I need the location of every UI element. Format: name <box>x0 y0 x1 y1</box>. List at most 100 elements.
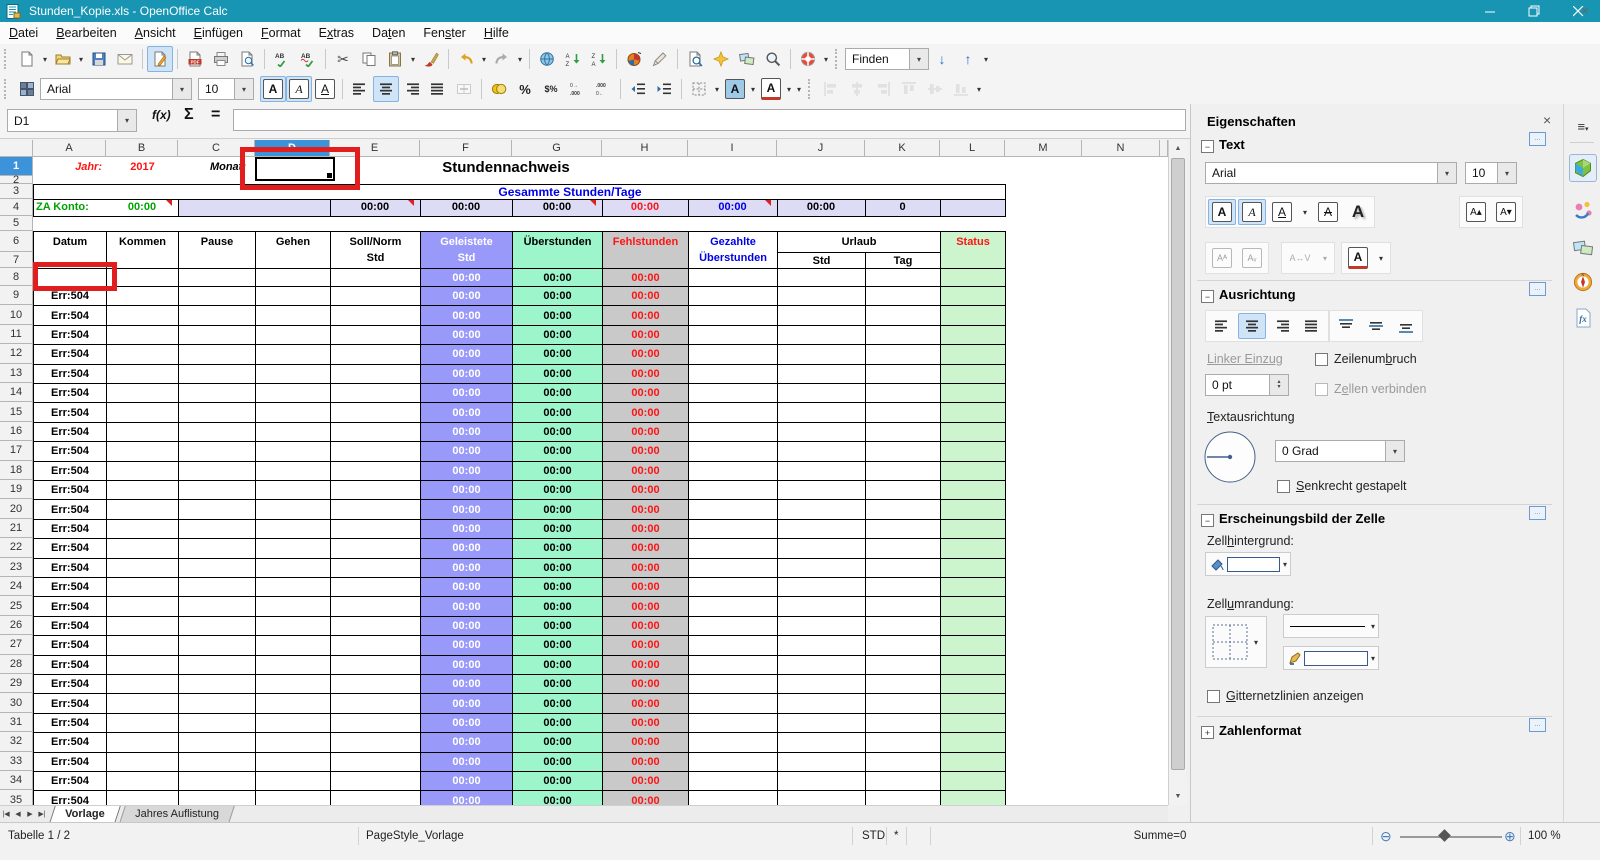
cell-L8[interactable] <box>940 268 1006 287</box>
sidebar-increase-size-icon[interactable]: A▴ <box>1462 199 1490 225</box>
cell-K19[interactable] <box>865 480 941 500</box>
cell-L22[interactable] <box>940 538 1006 558</box>
cell-K31[interactable] <box>865 713 941 733</box>
header-pause[interactable]: Pause <box>178 231 256 269</box>
cell-A16[interactable]: Err:504 <box>33 422 107 442</box>
cell-A15[interactable]: Err:504 <box>33 402 107 422</box>
sidebar-align-top-icon[interactable] <box>1332 313 1360 339</box>
column-header-F[interactable]: F <box>420 140 512 157</box>
cell-A10[interactable]: Err:504 <box>33 305 107 325</box>
cell-B20[interactable] <box>106 499 179 519</box>
column-header-H[interactable]: H <box>602 140 688 157</box>
cell-B22[interactable] <box>106 538 179 558</box>
cell-F33[interactable]: 00:00 <box>420 752 513 772</box>
new-document-icon[interactable] <box>14 46 40 72</box>
show-gridlines-checkbox[interactable] <box>1207 690 1220 703</box>
save-icon[interactable] <box>86 46 112 72</box>
cell-F16[interactable]: 00:00 <box>420 422 513 442</box>
cell-L17[interactable] <box>940 441 1006 461</box>
header-gezahlte-ueberstunden[interactable]: Gezahlte Überstunden <box>688 231 778 269</box>
menu-format[interactable]: Format <box>252 24 310 42</box>
scroll-down-icon[interactable]: ▼ <box>1169 788 1187 805</box>
sidebar-font-color-icon[interactable]: A <box>1344 245 1372 271</box>
cell-G10[interactable]: 00:00 <box>512 305 603 325</box>
cell-F23[interactable]: 00:00 <box>420 558 513 578</box>
cell-J13[interactable] <box>777 364 866 384</box>
cell-J14[interactable] <box>777 383 866 403</box>
cell-J18[interactable] <box>777 461 866 481</box>
cell-K11[interactable] <box>865 325 941 345</box>
wrap-text-checkbox[interactable] <box>1315 353 1328 366</box>
cell-B28[interactable] <box>106 655 179 675</box>
cell-J35[interactable] <box>777 790 866 805</box>
cell-E33[interactable] <box>330 752 421 772</box>
cell-H34[interactable]: 00:00 <box>602 771 689 791</box>
undo-icon[interactable] <box>453 46 479 72</box>
cell-appearance-dialog-launcher-icon[interactable]: … <box>1529 506 1546 520</box>
cell-K20[interactable] <box>865 499 941 519</box>
cell-G29[interactable]: 00:00 <box>512 674 603 694</box>
sidebar-close-icon[interactable]: × <box>1543 112 1551 128</box>
menu-bearbeiten[interactable]: Bearbeiten <box>47 24 125 42</box>
cell-B12[interactable] <box>106 344 179 364</box>
orientation-dial[interactable] <box>1203 430 1257 484</box>
sidebar-underline-icon[interactable]: A <box>1268 199 1296 225</box>
cell-K22[interactable] <box>865 538 941 558</box>
cell-I28[interactable] <box>688 655 778 675</box>
border-line-color-picker[interactable]: ▾ <box>1283 646 1379 670</box>
cell-I31[interactable] <box>688 713 778 733</box>
overflow-dropdown-icon[interactable]: ▾ <box>821 47 831 71</box>
row-header-25[interactable]: 25 <box>0 596 33 615</box>
minimize-button[interactable] <box>1468 0 1512 22</box>
cell-E19[interactable] <box>330 480 421 500</box>
cell-C28[interactable] <box>178 655 256 675</box>
menu-datei[interactable]: Datei <box>0 24 47 42</box>
cell-A25[interactable]: Err:504 <box>33 596 107 616</box>
row-header-32[interactable]: 32 <box>0 732 33 751</box>
row-header-34[interactable]: 34 <box>0 771 33 790</box>
cell-K34[interactable] <box>865 771 941 791</box>
cell-J20[interactable] <box>777 499 866 519</box>
cell-G28[interactable]: 00:00 <box>512 655 603 675</box>
cell-I30[interactable] <box>688 693 778 713</box>
cell-H21[interactable]: 00:00 <box>602 519 689 539</box>
row-header-9[interactable]: 9 <box>0 286 33 305</box>
zoom-in-icon[interactable]: ⊕ <box>1504 828 1516 845</box>
cell-I35[interactable] <box>688 790 778 805</box>
indent-spinner[interactable]: 0 pt ▴▾ <box>1205 374 1289 396</box>
column-header-G[interactable]: G <box>512 140 602 157</box>
cell-J9[interactable] <box>777 286 866 306</box>
sum-display[interactable]: Summe=0 <box>1100 830 1220 842</box>
border-preset-picker[interactable]: ▾ <box>1205 616 1267 668</box>
cell-F13[interactable]: 00:00 <box>420 364 513 384</box>
cell-A34[interactable]: Err:504 <box>33 771 107 791</box>
cell-H29[interactable]: 00:00 <box>602 674 689 694</box>
cell-E31[interactable] <box>330 713 421 733</box>
cell-H32[interactable]: 00:00 <box>602 732 689 752</box>
cell-I16[interactable] <box>688 422 778 442</box>
cell-I29[interactable] <box>688 674 778 694</box>
export-pdf-icon[interactable]: PDF <box>182 46 208 72</box>
cell-A12[interactable]: Err:504 <box>33 344 107 364</box>
cell-B31[interactable] <box>106 713 179 733</box>
email-icon[interactable] <box>112 46 138 72</box>
cell-E28[interactable] <box>330 655 421 675</box>
cell-K25[interactable] <box>865 596 941 616</box>
cell-E15[interactable] <box>330 402 421 422</box>
cell-I8[interactable] <box>688 268 778 287</box>
row-header-2[interactable]: 2 <box>0 176 33 184</box>
help-icon[interactable] <box>795 46 821 72</box>
cell-D8[interactable] <box>255 268 331 287</box>
cell-B32[interactable] <box>106 732 179 752</box>
cell-D34[interactable] <box>255 771 331 791</box>
cell-B18[interactable] <box>106 461 179 481</box>
row-header-26[interactable]: 26 <box>0 616 33 635</box>
cell-D30[interactable] <box>255 693 331 713</box>
function-wizard-icon[interactable]: f(x) <box>152 108 171 122</box>
cell-L21[interactable] <box>940 519 1006 539</box>
cell-C12[interactable] <box>178 344 256 364</box>
cell-I23[interactable] <box>688 558 778 578</box>
cell-L9[interactable] <box>940 286 1006 306</box>
menu-daten[interactable]: Daten <box>363 24 414 42</box>
row-header-8[interactable]: 8 <box>0 268 33 286</box>
